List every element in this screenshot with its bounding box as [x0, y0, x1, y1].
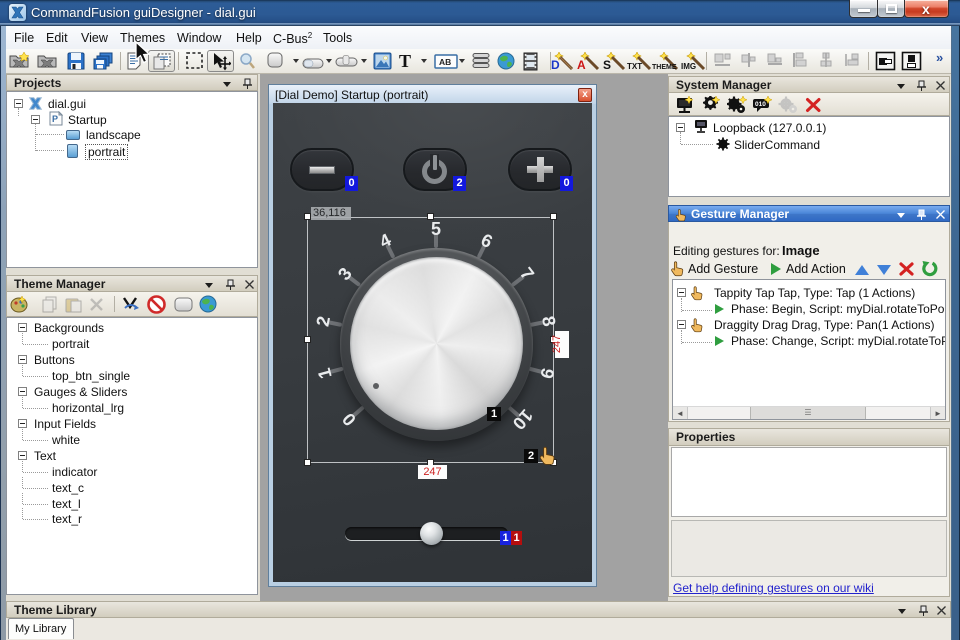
svg-text:P: P [52, 114, 58, 124]
svg-text:010: 010 [755, 101, 766, 108]
svg-text:AB: AB [439, 57, 451, 67]
